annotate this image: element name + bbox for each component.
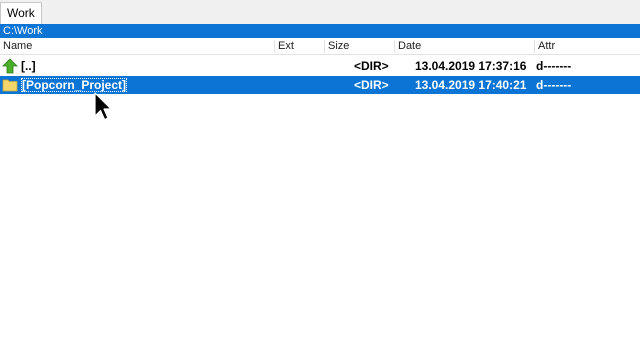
folder-icon [2,77,18,93]
file-attr: d------- [536,59,572,73]
file-date: 13.04.2019 17:37:16 [415,59,527,73]
column-divider[interactable] [534,40,535,53]
column-divider[interactable] [274,40,275,53]
column-header-name[interactable]: Name [3,38,32,54]
file-size: <DIR> [354,59,389,73]
mouse-pointer-icon [94,92,112,122]
column-divider[interactable] [394,40,395,53]
file-size: <DIR> [354,78,389,92]
tab-strip: Work [0,0,640,24]
focused-name-label: [Popcorn_Project] [21,78,128,92]
tab-work[interactable]: Work [0,2,42,24]
column-header-row: Name Ext Size Date Attr [0,38,640,55]
column-header-size[interactable]: Size [328,38,349,54]
file-date: 13.04.2019 17:40:21 [415,78,527,92]
column-header-attr[interactable]: Attr [538,38,555,54]
column-divider[interactable] [324,40,325,53]
up-arrow-icon [2,58,18,74]
current-path-bar[interactable]: C:\Work [0,24,640,38]
file-name: [..] [21,59,36,73]
file-attr: d------- [536,78,572,92]
column-header-date[interactable]: Date [398,38,421,54]
file-list-row-parent[interactable]: [..] <DIR> 13.04.2019 17:37:16 d------- [0,57,640,75]
column-header-ext[interactable]: Ext [278,38,294,54]
file-manager-window: Work C:\Work Name Ext Size Date Attr [..… [0,0,640,360]
